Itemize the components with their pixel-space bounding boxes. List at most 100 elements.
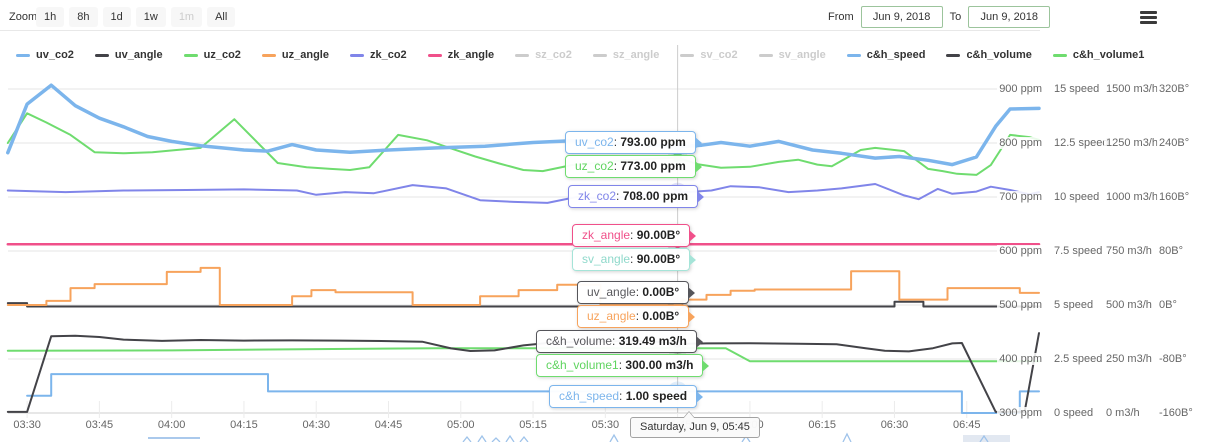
crosshair-date-text: Saturday, Jun 9, 05:45 <box>640 421 750 433</box>
plot-area[interactable] <box>8 45 1040 413</box>
legend-item-sz_co2[interactable]: sz_co2 <box>515 49 572 61</box>
legend-dash <box>16 53 30 57</box>
tooltip-zk_co2: zk_co2: 708.00 ppm <box>568 185 705 208</box>
y-axis-label: 250 m3/h <box>1104 353 1154 365</box>
legend-dash <box>183 53 198 57</box>
legend-dash <box>515 53 530 57</box>
y-axis-label: 160B° <box>1157 191 1192 203</box>
legend-label: c&h_volume1 <box>1072 49 1145 61</box>
x-axis-label: 05:30 <box>591 419 620 431</box>
legend-dash <box>94 53 109 57</box>
navigator-fragment <box>842 432 852 442</box>
legend-item-uv_angle[interactable]: uv_angle <box>94 49 163 61</box>
zoom-button-1h[interactable]: 1h <box>36 7 65 27</box>
legend-item-uv_co2[interactable]: uv_co2 <box>16 49 74 61</box>
zoom-button-8h[interactable]: 8h <box>69 7 98 27</box>
y-axis-label: 500 m3/h <box>1104 299 1154 311</box>
x-axis-label: 06:30 <box>880 419 909 431</box>
legend-label: sv_angle <box>778 49 826 61</box>
x-axis-label: 06:45 <box>952 419 981 431</box>
legend-dash <box>261 53 276 57</box>
zoom-button-1m: 1m <box>170 7 203 27</box>
y-axis-label: -160B° <box>1157 407 1195 419</box>
y-axis-label: 0B° <box>1157 299 1179 311</box>
date-range: From To <box>828 6 1051 28</box>
y-axis-label: 300 ppm <box>997 407 1044 419</box>
hamburger-menu-icon[interactable] <box>1140 11 1157 24</box>
legend-item-sz_angle[interactable]: sz_angle <box>592 49 660 61</box>
legend-item-zk_angle[interactable]: zk_angle <box>427 49 495 61</box>
zoom-button-1d[interactable]: 1d <box>102 7 131 27</box>
x-axis-label: 06:15 <box>808 419 836 431</box>
tooltip-c&h_speed: c&h_speed: 1.00 speed <box>549 385 704 408</box>
y-axis-label: 1250 m3/h <box>1104 137 1160 149</box>
legend-dash <box>758 53 773 57</box>
zoom-button-all[interactable]: All <box>207 7 236 27</box>
legend-dash <box>680 53 695 57</box>
navigator-fragment <box>505 434 515 442</box>
y-axis-label: 600 ppm <box>997 245 1044 257</box>
navigator-fragment <box>609 433 619 442</box>
legend-item-c&h_speed[interactable]: c&h_speed <box>846 49 926 61</box>
legend-label: c&h_speed <box>866 49 926 61</box>
y-axis-label: 10 speed <box>1052 191 1102 203</box>
range-selector-toolbar: Zoom 1h8h1d1w1mAll From To <box>0 0 1205 30</box>
tooltip-uz_co2: uz_co2: 773.00 ppm <box>565 155 702 178</box>
navigator-fragment <box>462 435 472 442</box>
x-axis-label: 04:00 <box>157 419 186 431</box>
y-axis-label: 7.5 speed <box>1052 245 1105 257</box>
legend-item-uz_co2[interactable]: uz_co2 <box>183 49 241 61</box>
from-date-input[interactable] <box>860 6 943 28</box>
legend-label: sz_angle <box>612 49 660 61</box>
legend-dash <box>946 53 961 57</box>
y-axis-label: 900 ppm <box>997 83 1044 95</box>
legend-label: uv_co2 <box>36 49 74 61</box>
y-axis-label: 1500 m3/h <box>1104 83 1160 95</box>
y-axis-label: 15 speed <box>1052 83 1102 95</box>
y-axis-label: -80B° <box>1157 353 1189 365</box>
y-axis-label: 750 m3/h <box>1104 245 1154 257</box>
legend-label: sv_co2 <box>700 49 738 61</box>
legend: uv_co2 uv_angle uz_co2 uz_angle zk_co2 zk_ang… <box>16 49 1144 61</box>
y-axis-label: 1000 m3/h <box>1104 191 1160 203</box>
legend-item-c&h_volume[interactable]: c&h_volume <box>946 49 1032 61</box>
x-axis-label: 03:45 <box>85 419 114 431</box>
y-axis-label: 500 ppm <box>997 299 1044 311</box>
y-axis-label: 240B° <box>1157 137 1192 149</box>
legend-label: zk_angle <box>447 49 495 61</box>
x-axis-label: 04:45 <box>374 419 403 431</box>
y-axis-label: 320B° <box>1157 83 1192 95</box>
x-axis-label: 05:00 <box>447 419 475 431</box>
tooltip-zk_angle: zk_angle: 90.00B° <box>572 224 697 247</box>
legend-label: uv_angle <box>114 49 163 61</box>
navigator-fragment <box>491 437 501 442</box>
tooltip-sv_angle: sv_angle: 90.00B° <box>572 248 697 271</box>
legend-item-c&h_volume1[interactable]: c&h_volume1 <box>1052 49 1145 61</box>
tooltip-c&h_volume1: c&h_volume1: 300.00 m3/h <box>536 354 710 377</box>
x-axis-label: 04:15 <box>230 419 258 431</box>
y-axis-label: 80B° <box>1157 245 1185 257</box>
to-date-input[interactable] <box>968 6 1051 28</box>
y-axis-label: 5 speed <box>1052 299 1096 311</box>
y-axis-label: 12.5 speed <box>1052 137 1111 149</box>
x-axis-label: 03:30 <box>13 419 41 431</box>
legend-dash <box>427 53 442 57</box>
zoom-button-1w[interactable]: 1w <box>135 7 166 27</box>
legend-dash <box>592 53 607 57</box>
legend-label: uz_co2 <box>203 49 241 61</box>
legend-item-zk_co2[interactable]: zk_co2 <box>349 49 407 61</box>
tooltip-uv_angle: uv_angle: 0.00B° <box>577 281 696 304</box>
navigator-fragment <box>519 435 529 442</box>
y-axis-label: 2.5 speed <box>1052 353 1105 365</box>
legend-item-uz_angle[interactable]: uz_angle <box>261 49 329 61</box>
y-axis-label: 700 ppm <box>997 191 1044 203</box>
y-axis-label: 0 m3/h <box>1104 407 1142 419</box>
legend-label: sz_co2 <box>535 49 572 61</box>
legend-label: c&h_volume <box>966 49 1032 61</box>
legend-item-sv_angle[interactable]: sv_angle <box>758 49 826 61</box>
navigator-fragment <box>148 437 200 439</box>
tooltip-uv_co2: uv_co2: 793.00 ppm <box>565 131 702 154</box>
legend-item-sv_co2[interactable]: sv_co2 <box>680 49 738 61</box>
legend-dash <box>1052 53 1067 57</box>
navigator-handle-fragment <box>963 435 1010 442</box>
